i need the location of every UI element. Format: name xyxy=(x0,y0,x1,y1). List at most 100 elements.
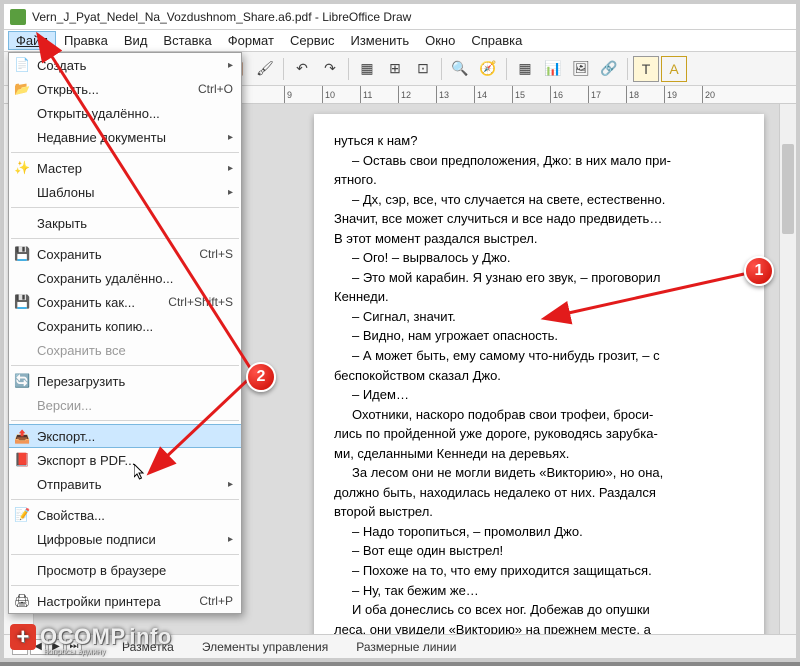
table-icon[interactable]: ▦ xyxy=(512,56,538,82)
menu-item-wizard[interactable]: ✨ Мастер▸ xyxy=(9,156,241,180)
undo-icon[interactable]: ↶ xyxy=(289,56,315,82)
doc-line: – Видно, нам угрожает опасность. xyxy=(334,327,744,345)
menu-separator xyxy=(11,554,239,555)
hyperlink-icon[interactable]: 🔗 xyxy=(596,56,622,82)
menu-item-close[interactable]: Закрыть xyxy=(9,211,241,235)
menu-item-digital-sign[interactable]: Цифровые подписи▸ xyxy=(9,527,241,551)
mouse-cursor-icon xyxy=(134,464,146,480)
menu-item-templates[interactable]: Шаблоны▸ xyxy=(9,180,241,204)
ruler-tick: 18 xyxy=(626,86,664,103)
menu-window[interactable]: Окно xyxy=(417,31,463,50)
menu-item-recent[interactable]: Недавние документы▸ xyxy=(9,125,241,149)
reload-icon: 🔄 xyxy=(14,373,30,389)
doc-line: ятного. xyxy=(334,171,744,189)
titlebar: Vern_J_Pyat_Nedel_Na_Vozdushnom_Share.a6… xyxy=(4,4,796,30)
image-icon[interactable]: 🖼 xyxy=(568,56,594,82)
menu-item-send[interactable]: Отправить▸ xyxy=(9,472,241,496)
doc-line: нуться к нам? xyxy=(334,132,744,150)
doc-line: И оба донеслись со всех ног. Добежав до … xyxy=(334,601,744,619)
guides-icon[interactable]: ⊡ xyxy=(410,56,436,82)
doc-line: беспокойством сказал Джо. xyxy=(334,367,744,385)
ruler-tick: 14 xyxy=(474,86,512,103)
menu-item-reload[interactable]: 🔄 Перезагрузить xyxy=(9,369,241,393)
menu-insert[interactable]: Вставка xyxy=(155,31,219,50)
ruler-tick: 13 xyxy=(436,86,474,103)
chart-icon[interactable]: 📊 xyxy=(540,56,566,82)
menu-item-properties[interactable]: 📝 Свойства... xyxy=(9,503,241,527)
menu-item-export[interactable]: 📤 Экспорт... xyxy=(9,424,241,448)
tab-controls[interactable]: Элементы управления xyxy=(202,640,328,654)
menu-item-export-pdf[interactable]: 📕 Экспорт в PDF... xyxy=(9,448,241,472)
toolbar-sep xyxy=(627,58,628,80)
menu-file[interactable]: Файл xyxy=(8,31,56,50)
doc-line: Значит, все может случиться и все надо п… xyxy=(334,210,744,228)
doc-line: должно быть, находилась недалеко от них.… xyxy=(334,484,744,502)
menu-item-save-all: Сохранить все xyxy=(9,338,241,362)
menu-separator xyxy=(11,152,239,153)
menu-modify[interactable]: Изменить xyxy=(342,31,417,50)
menu-service[interactable]: Сервис xyxy=(282,31,343,50)
doc-line: – Похоже на то, что ему приходится защищ… xyxy=(334,562,744,580)
vertical-scrollbar[interactable] xyxy=(779,104,796,634)
doc-line: – А может быть, ему самому что-нибудь гр… xyxy=(334,347,744,365)
snap-icon[interactable]: ⊞ xyxy=(382,56,408,82)
callout-2: 2 xyxy=(246,362,276,392)
menu-format[interactable]: Формат xyxy=(220,31,282,50)
menu-item-print-settings[interactable]: 🖨 Настройки принтера Ctrl+P xyxy=(9,589,241,613)
fontwork-icon[interactable]: T xyxy=(633,56,659,82)
menu-item-save-remote[interactable]: Сохранить удалённо... xyxy=(9,266,241,290)
menu-item-save[interactable]: 💾 Сохранить Ctrl+S xyxy=(9,242,241,266)
toolbar-sep xyxy=(283,58,284,80)
ruler-tick: 11 xyxy=(360,86,398,103)
menu-item-open-remote[interactable]: Открыть удалённо... xyxy=(9,101,241,125)
app-icon xyxy=(10,9,26,25)
menu-edit[interactable]: Правка xyxy=(56,31,116,50)
toolbar-sep xyxy=(441,58,442,80)
menu-separator xyxy=(11,238,239,239)
menu-help[interactable]: Справка xyxy=(463,31,530,50)
doc-line: второй выстрел. xyxy=(334,503,744,521)
redo-icon[interactable]: ↷ xyxy=(317,56,343,82)
navigator-icon[interactable]: 🧭 xyxy=(475,56,501,82)
document-page[interactable]: нуться к нам? – Оставь свои предположени… xyxy=(314,114,764,634)
new-doc-icon: 📄 xyxy=(14,57,30,73)
doc-line: В этот момент раздался выстрел. xyxy=(334,230,744,248)
save-icon: 💾 xyxy=(14,246,30,262)
doc-line: – Дх, сэр, все, что случается на свете, … xyxy=(334,191,744,209)
watermark-plus-icon: + xyxy=(10,624,36,650)
menu-item-save-as[interactable]: 💾 Сохранить как... Ctrl+Shift+S xyxy=(9,290,241,314)
file-menu-dropdown: 📄 Создать▸ 📂 Открыть... Ctrl+O Открыть у… xyxy=(8,52,242,614)
doc-line: Охотники, наскоро подобрав свои трофеи, … xyxy=(334,406,744,424)
save-as-icon: 💾 xyxy=(14,294,30,310)
doc-line: леса, они увидели «Викторию» на прежнем … xyxy=(334,621,744,634)
menu-item-open[interactable]: 📂 Открыть... Ctrl+O xyxy=(9,77,241,101)
zoom-icon[interactable]: 🔍 xyxy=(447,56,473,82)
menu-item-preview-browser[interactable]: Просмотр в браузере xyxy=(9,558,241,582)
menu-view[interactable]: Вид xyxy=(116,31,156,50)
format-paint-icon[interactable]: 🖌 xyxy=(252,56,278,82)
doc-line: лись по пройденной уже дороге, руководяс… xyxy=(334,425,744,443)
grid-icon[interactable]: ▦ xyxy=(354,56,380,82)
ruler-tick: 9 xyxy=(284,86,322,103)
menu-separator xyxy=(11,420,239,421)
doc-line: – Идем… xyxy=(334,386,744,404)
tab-dim-lines[interactable]: Размерные линии xyxy=(356,640,456,654)
menu-item-create[interactable]: 📄 Создать▸ xyxy=(9,53,241,77)
ruler-tick: 15 xyxy=(512,86,550,103)
doc-line: Кеннеди. xyxy=(334,288,744,306)
ruler-tick: 16 xyxy=(550,86,588,103)
scrollbar-thumb[interactable] xyxy=(782,144,794,234)
doc-line: – Ну, так бежим же… xyxy=(334,582,744,600)
menu-separator xyxy=(11,585,239,586)
textbox-icon[interactable]: A xyxy=(661,56,687,82)
printer-icon: 🖨 xyxy=(14,593,30,609)
menubar: Файл Правка Вид Вставка Формат Сервис Из… xyxy=(4,30,796,52)
window-title: Vern_J_Pyat_Nedel_Na_Vozdushnom_Share.a6… xyxy=(32,10,411,24)
doc-line: – Надо торопиться, – промолвил Джо. xyxy=(334,523,744,541)
ruler-tick: 17 xyxy=(588,86,626,103)
doc-line: За лесом они не могли видеть «Викторию»,… xyxy=(334,464,744,482)
doc-line: – Это мой карабин. Я узнаю его звук, – п… xyxy=(334,269,744,287)
menu-item-save-copy[interactable]: Сохранить копию... xyxy=(9,314,241,338)
watermark: + OCOMP.info вопросы админу xyxy=(10,624,172,650)
open-folder-icon: 📂 xyxy=(14,81,30,97)
